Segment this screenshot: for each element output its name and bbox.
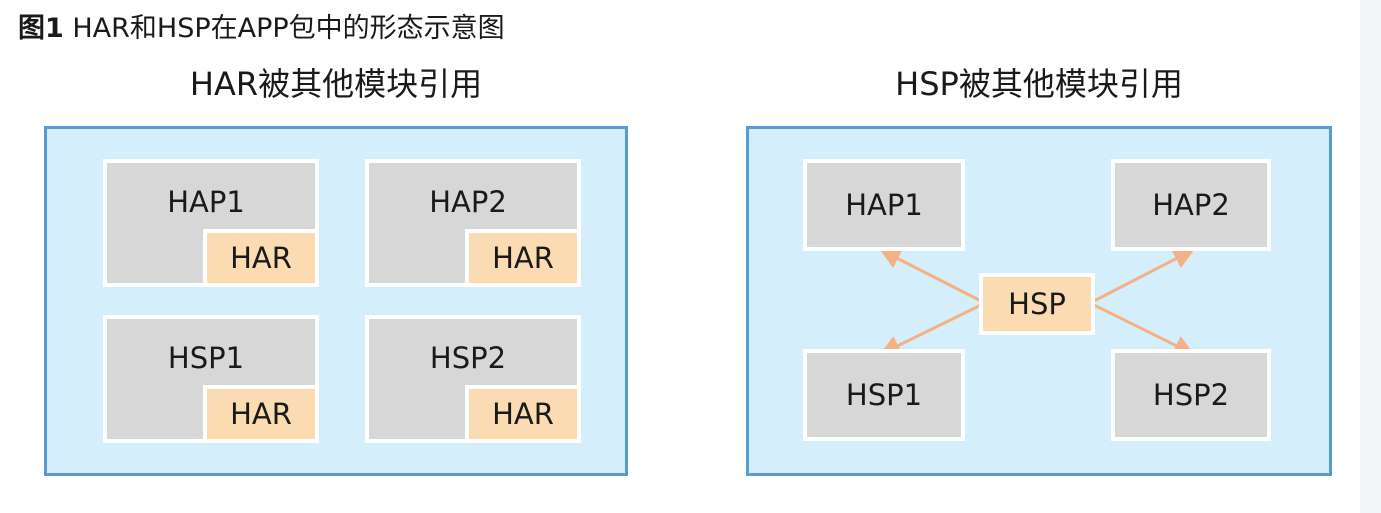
module-label: HSP2 bbox=[429, 341, 507, 375]
har-panel: HAP1 HAR HAP2 HAR HSP1 HAR HSP2 HAR bbox=[44, 126, 628, 476]
figure-number: 图1 bbox=[18, 13, 64, 44]
module-hap1: HAP1 HAR bbox=[103, 159, 319, 287]
arrow-to-hsp2 bbox=[1093, 303, 1195, 355]
module-hap1: HAP1 bbox=[803, 159, 965, 251]
module-hsp2: HSP2 HAR bbox=[365, 315, 581, 443]
figure-caption-text: HAR和HSP在APP包中的形态示意图 bbox=[63, 13, 505, 44]
module-label: HSP1 bbox=[845, 378, 923, 412]
page-scroll-gutter bbox=[1360, 0, 1381, 513]
har-chip: HAR bbox=[203, 229, 315, 283]
left-panel-title: HAR被其他模块引用 bbox=[189, 65, 483, 103]
module-hap2: HAP2 HAR bbox=[365, 159, 581, 287]
module-hsp1: HSP1 bbox=[803, 349, 965, 441]
module-label: HAP1 bbox=[845, 188, 923, 222]
module-hsp1: HSP1 HAR bbox=[103, 315, 319, 443]
module-label: HSP1 bbox=[167, 341, 245, 375]
arrow-to-hap2 bbox=[1093, 249, 1195, 303]
har-chip: HAR bbox=[203, 385, 315, 439]
module-hsp2: HSP2 bbox=[1111, 349, 1271, 441]
module-hap2: HAP2 bbox=[1111, 159, 1271, 251]
har-chip: HAR bbox=[465, 385, 577, 439]
right-panel-title: HSP被其他模块引用 bbox=[895, 65, 1183, 103]
module-label: HAP2 bbox=[1152, 188, 1230, 222]
module-label: HAP2 bbox=[429, 185, 507, 219]
figure-caption: 图1 HAR和HSP在APP包中的形态示意图 bbox=[18, 10, 505, 48]
har-chip: HAR bbox=[465, 229, 577, 283]
arrow-to-hsp1 bbox=[879, 303, 982, 356]
module-label: HAP1 bbox=[167, 185, 245, 219]
arrow-to-hap1 bbox=[879, 249, 982, 303]
shared-hsp-module: HSP bbox=[979, 273, 1095, 335]
hsp-panel: HAP1 HAP2 HSP1 HSP2 HSP bbox=[746, 126, 1332, 476]
module-label: HSP2 bbox=[1152, 378, 1230, 412]
